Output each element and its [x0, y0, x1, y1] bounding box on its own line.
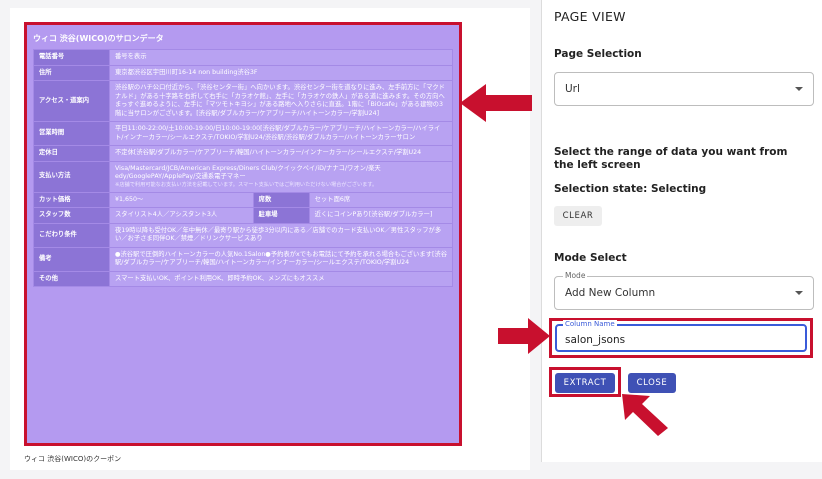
- webpage-view: ウィコ 渋谷(WICO)のサロンデータ 電話番号 番号を表示 住所 東京都渋谷区…: [0, 0, 540, 479]
- row-label-staff: スタッフ数: [33, 207, 110, 224]
- table-row: カット価格 ¥1,650〜 席数 セット面6席: [33, 191, 454, 208]
- mode-select-dropdown[interactable]: Mode Add New Column: [554, 271, 814, 310]
- row-value-phone[interactable]: 番号を表示: [109, 49, 453, 66]
- column-name-highlight: Column Name salon_jsons: [549, 318, 813, 358]
- arrow-diagonal-icon: [622, 394, 668, 436]
- row-value-parking: 近くにコインPあり[渋谷駅/ダブルカラー]: [308, 207, 454, 224]
- chevron-down-icon: [795, 291, 803, 295]
- table-row: 住所 東京都渋谷区宇田川町16-14 non building渋谷3F: [33, 64, 453, 81]
- row-value-holiday: 不定休[渋谷駅/ダブルカラー/ケアブリーチ/韓国/ハイトーンカラー/インナーカラ…: [109, 145, 453, 162]
- extract-highlight: EXTRACT: [549, 367, 621, 397]
- salon-data-selection[interactable]: ウィコ 渋谷(WICO)のサロンデータ 電話番号 番号を表示 住所 東京都渋谷区…: [24, 22, 462, 446]
- row-label-seats: 席数: [252, 191, 310, 208]
- extract-button[interactable]: EXTRACT: [555, 373, 615, 393]
- page-selection-value: Url: [565, 83, 580, 95]
- webpage-card: ウィコ 渋谷(WICO)のサロンデータ 電話番号 番号を表示 住所 東京都渋谷区…: [10, 8, 530, 470]
- selection-state: Selection state: Selecting: [554, 183, 707, 195]
- payment-methods: Visa/Mastercard/JCB/American Express/Din…: [115, 164, 381, 181]
- table-row: 電話番号 番号を表示: [33, 49, 453, 66]
- row-label-payment: 支払い方法: [33, 160, 110, 193]
- row-label-features: こだわり条件: [33, 222, 110, 248]
- row-value-address: 東京都渋谷区宇田川町16-14 non building渋谷3F: [109, 64, 453, 81]
- clear-button[interactable]: CLEAR: [554, 206, 602, 226]
- row-value-remarks: ●渋谷駅で圧倒的ハイトーンカラーの人気No.1Salon●予約表がxでもお電話に…: [109, 246, 453, 272]
- row-value-seats: セット面6席: [308, 191, 454, 208]
- arrow-left-icon: [460, 84, 532, 122]
- table-row: 備考 ●渋谷駅で圧倒的ハイトーンカラーの人気No.1Salon●予約表がxでもお…: [33, 246, 453, 272]
- table-row: 支払い方法 Visa/Mastercard/JCB/American Expre…: [33, 160, 453, 193]
- mode-legend: Mode: [563, 271, 588, 280]
- table-row: 定休日 不定休[渋谷駅/ダブルカラー/ケアブリーチ/韓国/ハイトーンカラー/イン…: [33, 145, 453, 162]
- column-name-legend: Column Name: [563, 320, 617, 328]
- coupon-heading: ウィコ 渋谷(WICO)のクーポン: [24, 455, 122, 463]
- payment-note: ※店舗で利用可能なお支払い方法を記載しています。スマート支払いではご利用いただけ…: [115, 181, 378, 188]
- chevron-down-icon: [795, 87, 803, 91]
- screen: ウィコ 渋谷(WICO)のサロンデータ 電話番号 番号を表示 住所 東京都渋谷区…: [0, 0, 822, 479]
- panel-title: PAGE VIEW: [554, 9, 626, 24]
- column-name-input[interactable]: Column Name salon_jsons: [555, 320, 807, 352]
- row-value-cut-price: ¥1,650〜: [109, 191, 254, 208]
- row-label-access: アクセス・道案内: [33, 80, 110, 122]
- mode-select-value: Add New Column: [565, 287, 656, 299]
- row-label-phone: 電話番号: [33, 49, 110, 66]
- row-value-payment: Visa/Mastercard/JCB/American Express/Din…: [109, 160, 453, 193]
- row-value-hours: 平日11:00-22:00/土10:00-19:00/日10:00-19:00[…: [109, 121, 453, 146]
- page-selection-dropdown[interactable]: Url: [554, 72, 814, 106]
- table-row: こだわり条件 夜19時以降も受付OK／年中無休／最寄り駅から徒歩3分以内にある／…: [33, 222, 453, 248]
- row-value-access: 渋谷駅のハチ公口付近から、「渋谷センター街」へ向かいます。渋谷センター街を道なり…: [109, 80, 453, 122]
- row-label-holiday: 定休日: [33, 145, 110, 162]
- table-row: 営業時間 平日11:00-22:00/土10:00-19:00/日10:00-1…: [33, 121, 453, 146]
- row-value-other: スマート支払いOK、ポイント利用OK、即時予約OK、メンズにもオススメ: [109, 270, 453, 287]
- selection-instruction: Select the range of data you want from t…: [554, 146, 788, 172]
- mode-select-label: Mode Select: [554, 252, 627, 264]
- salon-data-title: ウィコ 渋谷(WICO)のサロンデータ: [33, 34, 164, 43]
- page-selection-label: Page Selection: [554, 48, 642, 60]
- row-value-features: 夜19時以降も受付OK／年中無休／最寄り駅から徒歩3分以内にある／店舗でのカード…: [109, 222, 453, 248]
- page-view-panel: PAGE VIEW Page Selection Url Select the …: [542, 0, 822, 462]
- row-label-cut-price: カット価格: [33, 191, 110, 208]
- row-value-staff: スタイリスト4人／アシスタント3人: [109, 207, 254, 224]
- table-row: アクセス・道案内 渋谷駅のハチ公口付近から、「渋谷センター街」へ向かいます。渋谷…: [33, 80, 453, 122]
- arrow-right-icon: [498, 318, 550, 354]
- salon-data-table: 電話番号 番号を表示 住所 東京都渋谷区宇田川町16-14 non buildi…: [33, 49, 454, 287]
- column-name-value: salon_jsons: [565, 334, 626, 346]
- row-label-hours: 営業時間: [33, 121, 110, 146]
- table-row: スタッフ数 スタイリスト4人／アシスタント3人 駐車場 近くにコインPあり[渋谷…: [33, 207, 454, 224]
- row-label-other: その他: [33, 270, 110, 287]
- row-label-address: 住所: [33, 64, 110, 81]
- table-row: その他 スマート支払いOK、ポイント利用OK、即時予約OK、メンズにもオススメ: [33, 270, 453, 287]
- row-label-remarks: 備考: [33, 246, 110, 272]
- row-label-parking: 駐車場: [252, 207, 310, 224]
